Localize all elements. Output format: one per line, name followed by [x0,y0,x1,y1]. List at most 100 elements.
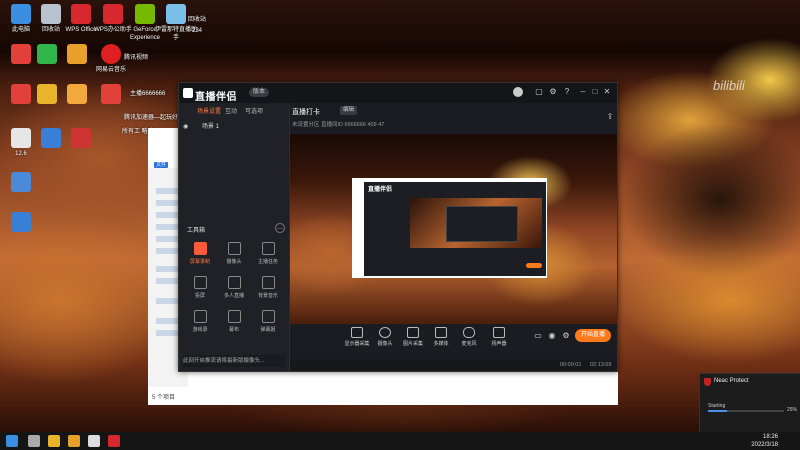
wps-icon [71,4,91,24]
neac-protect-popup[interactable]: Neac Protect Starting 25% [699,373,800,433]
taskbar-app-icon[interactable] [108,435,120,447]
computer-icon [11,4,31,24]
scene-row[interactable]: ◉ 场景 1 [183,121,285,131]
avatar[interactable] [513,87,523,97]
desktop-icon-app-f[interactable] [90,84,132,106]
control-media[interactable]: 多媒体 [428,327,454,347]
control-speaker[interactable]: 扬声器 [486,327,512,347]
nested-app-name: 直播伴侣 [368,187,393,193]
control-display-capture[interactable]: 显示器采集 [344,327,370,347]
nested-app-capture: 直播伴侣 [364,182,546,276]
scene-label: 场景 1 [201,124,219,130]
neac-progress-fill [708,410,727,412]
room-title: 直播打卡 [292,109,320,116]
toolbox-more-icon[interactable]: … [275,223,285,233]
control-image[interactable]: 图片采集 [400,327,426,347]
speaker-icon [493,327,505,338]
app-name: 直播伴侣 [195,92,237,103]
curtain-icon [227,310,241,323]
music-icon [101,44,121,64]
toolbox-title: 工具箱 [187,228,206,234]
screen-record-icon [193,242,207,255]
shield-icon [704,378,711,386]
maximize-icon[interactable]: □ [591,88,599,96]
bilibili-watermark: bilibili [713,78,745,93]
microphone-icon [463,327,475,338]
start-live-button[interactable]: 开始直播 [575,329,611,342]
message-icon[interactable]: ▢ [535,88,543,96]
music-icon [261,276,275,289]
app-titlebar: 直播伴侣 版本 ▢ ⚙ ? – □ ✕ [179,83,617,103]
left-footer-notice[interactable]: 此刻开启推流请将最新版摄像头... [183,355,285,367]
share-icon[interactable]: ⇪ [606,113,614,121]
eye-icon[interactable]: ◉ [548,332,556,340]
settings-icon[interactable]: ⚙ [549,88,557,96]
tool-danmaku[interactable]: 弹幕姬 [251,309,285,337]
desktop-icon-app-h[interactable] [60,128,102,150]
left-panel: 场景设置 互动 可选项 ◉ 场景 1 工具箱 … 屏幕录制 摄像头 主播任务 投… [179,103,290,371]
stream-preview[interactable]: 直播伴侣 [290,134,617,324]
taskbar-app-icon[interactable] [28,435,40,447]
tool-screen-record[interactable]: 屏幕录制 [183,241,217,269]
tool-task[interactable]: 主播任务 [251,241,285,269]
desktop-text-line: 腾讯视频 [124,55,149,61]
room-meta: 未设置分区 直播间ID 6666666 409 47 [292,122,385,128]
desktop-icon-app-i[interactable] [0,172,42,194]
tool-multi-live[interactable]: 多人直播 [217,275,251,303]
app-icon [67,84,87,104]
wechat-icon [37,44,57,64]
game-icon [193,310,207,323]
control-camera[interactable]: 摄像头 [372,327,398,347]
tab-options[interactable]: 可选项 [245,106,263,115]
image-icon [407,327,419,338]
multi-live-icon [227,276,241,289]
tool-cast[interactable]: 投屏 [183,275,217,303]
app-icon [101,84,121,104]
edit-title-button[interactable]: 编辑 [340,106,358,115]
desktop-icon-app-j[interactable] [0,212,42,234]
neac-percent: 25% [786,407,797,413]
media-icon [435,327,447,338]
app-icon [67,44,87,64]
eye-icon[interactable]: ◉ [183,124,188,130]
monitor-icon [351,327,363,338]
camera-icon [379,327,391,338]
version-badge[interactable]: 版本 [249,88,269,97]
nested-inner-capture [446,206,518,242]
status-bar: 00:00:01 02:13:09 [290,359,617,371]
control-bar: 显示器采集 摄像头 图片采集 多媒体 麦克风 扬声器 ▭ ◉ ⚙ 开始直播 [290,324,617,350]
app-icon [11,212,31,232]
taskbar-app-icon[interactable] [88,435,100,447]
status-clock: 02:13:09 [590,362,612,368]
tool-music[interactable]: 背景音乐 [251,275,285,303]
app-icon [41,128,61,148]
help-icon[interactable]: ? [563,88,571,96]
desktop-text-line: 主播6666666 [130,91,166,97]
live-streaming-app-window[interactable]: 直播伴侣 版本 ▢ ⚙ ? – □ ✕ 场景设置 互动 可选项 ◉ 场景 1 工… [178,82,618,372]
tool-camera[interactable]: 摄像头 [217,241,251,269]
control-mic[interactable]: 麦克风 [456,327,482,347]
taskbar-clock[interactable]: 18:26 2022/3/18 [751,433,778,449]
desktop-text-line: 腾讯加速器—起玩好玩 [124,115,185,121]
app-logo-icon [183,88,193,98]
record-icon[interactable]: ▭ [534,332,542,340]
taskbar-app-icon[interactable] [68,435,80,447]
tool-curtain[interactable]: 幕布 [217,309,251,337]
minimize-icon[interactable]: – [579,88,587,96]
tab-interact[interactable]: 互动 [225,106,237,115]
recycle-bin-icon [41,4,61,24]
close-icon[interactable]: ✕ [603,88,611,96]
mouse-cursor [468,382,471,389]
app-icon [71,128,91,148]
desktop-icon-live-helper[interactable]: 伊雷那特直播助手 [155,4,197,42]
nested-preview [410,198,542,248]
taskbar-folder-icon[interactable] [48,435,60,447]
tab-scene[interactable]: 场景设置 [197,106,221,115]
live-helper-icon [166,4,186,24]
task-icon [261,242,275,255]
nvidia-icon [135,4,155,24]
explorer-status: 5 个项目 [152,395,176,401]
tool-game[interactable]: 游戏录 [183,309,217,337]
start-icon[interactable] [6,435,18,447]
gear-icon[interactable]: ⚙ [562,332,570,340]
